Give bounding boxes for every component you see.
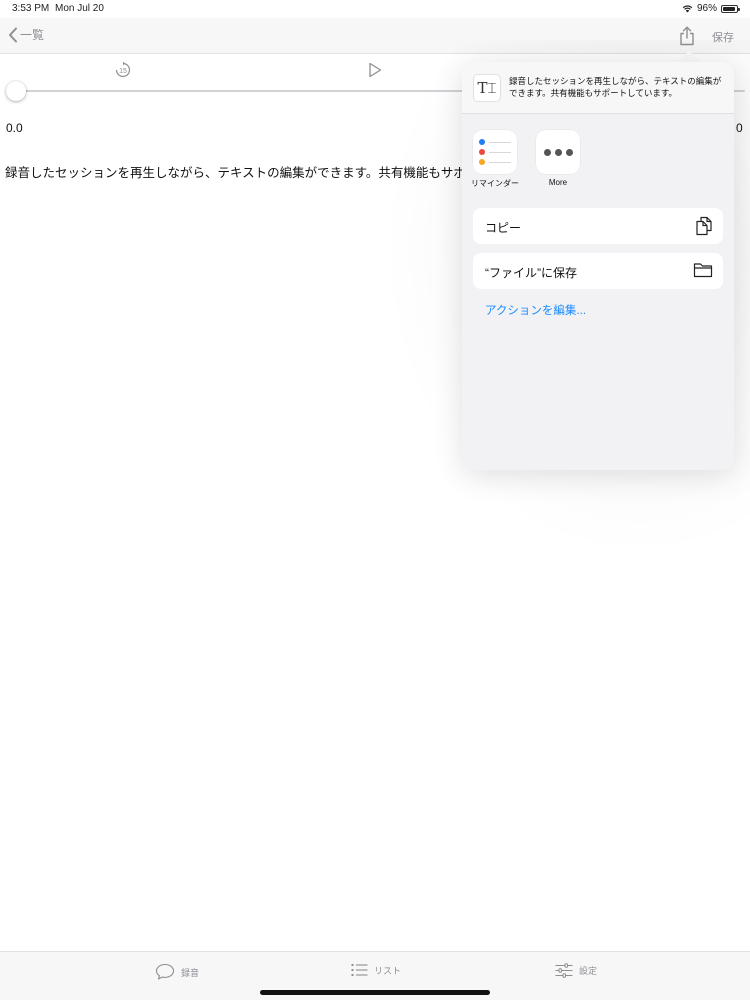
tab-label: リスト — [374, 965, 402, 976]
status-indicators: 96% — [682, 3, 740, 14]
edit-actions-link[interactable]: アクションを編集... — [485, 302, 586, 318]
skip-back-button[interactable]: 15 — [114, 61, 132, 84]
tab-settings[interactable]: 設定 — [555, 963, 597, 978]
share-apps-row: リマインダー More — [462, 130, 734, 190]
share-app-label: More — [548, 178, 568, 187]
copy-icon — [696, 216, 712, 236]
sliders-icon — [555, 963, 573, 978]
battery-icon — [721, 4, 740, 13]
copy-action[interactable]: コピー — [473, 208, 723, 244]
share-preview-text: 録音したセッションを再生しながら、テキストの編集ができます。共有機能もサポートし… — [509, 76, 722, 98]
share-app-label: リマインダー — [471, 179, 519, 188]
chevron-left-icon — [9, 27, 17, 42]
speech-bubble-icon — [155, 963, 175, 980]
share-app-reminders[interactable]: リマインダー — [465, 130, 525, 189]
tab-recording[interactable]: 録音 — [155, 963, 199, 981]
battery-percent: 96% — [696, 3, 717, 14]
action-label: “ファイル”に保存 — [485, 266, 577, 280]
save-to-files-action[interactable]: “ファイル”に保存 — [473, 253, 723, 289]
folder-icon — [693, 263, 713, 278]
status-date: Mon Jul 20 — [55, 3, 104, 14]
reminders-icon — [473, 130, 517, 174]
more-icon — [536, 130, 580, 174]
text-document-icon: T⌶ — [473, 74, 501, 102]
skip-back-15-icon: 15 — [115, 61, 131, 78]
home-indicator — [260, 990, 490, 995]
action-label: コピー — [485, 221, 522, 235]
current-time: 0.0 — [6, 121, 23, 135]
back-button[interactable]: 一覧 — [8, 26, 44, 43]
tab-label: 録音 — [181, 967, 200, 978]
status-bar: 3:53 PM Mon Jul 20 96% — [0, 0, 750, 18]
tab-list[interactable]: リスト — [351, 963, 401, 977]
playback-slider-thumb[interactable] — [6, 81, 26, 101]
share-sheet: T⌶ 録音したセッションを再生しながら、テキストの編集ができます。共有機能もサポ… — [462, 62, 734, 470]
back-label: 一覧 — [20, 28, 45, 42]
share-app-more[interactable]: More — [528, 130, 588, 187]
share-preview: T⌶ 録音したセッションを再生しながら、テキストの編集ができます。共有機能もサポ… — [462, 62, 734, 114]
list-icon — [351, 964, 368, 976]
status-time: 3:53 PM — [12, 3, 50, 14]
wifi-icon — [682, 5, 693, 13]
tab-label: 設定 — [579, 966, 598, 976]
svg-text:15: 15 — [119, 68, 127, 75]
